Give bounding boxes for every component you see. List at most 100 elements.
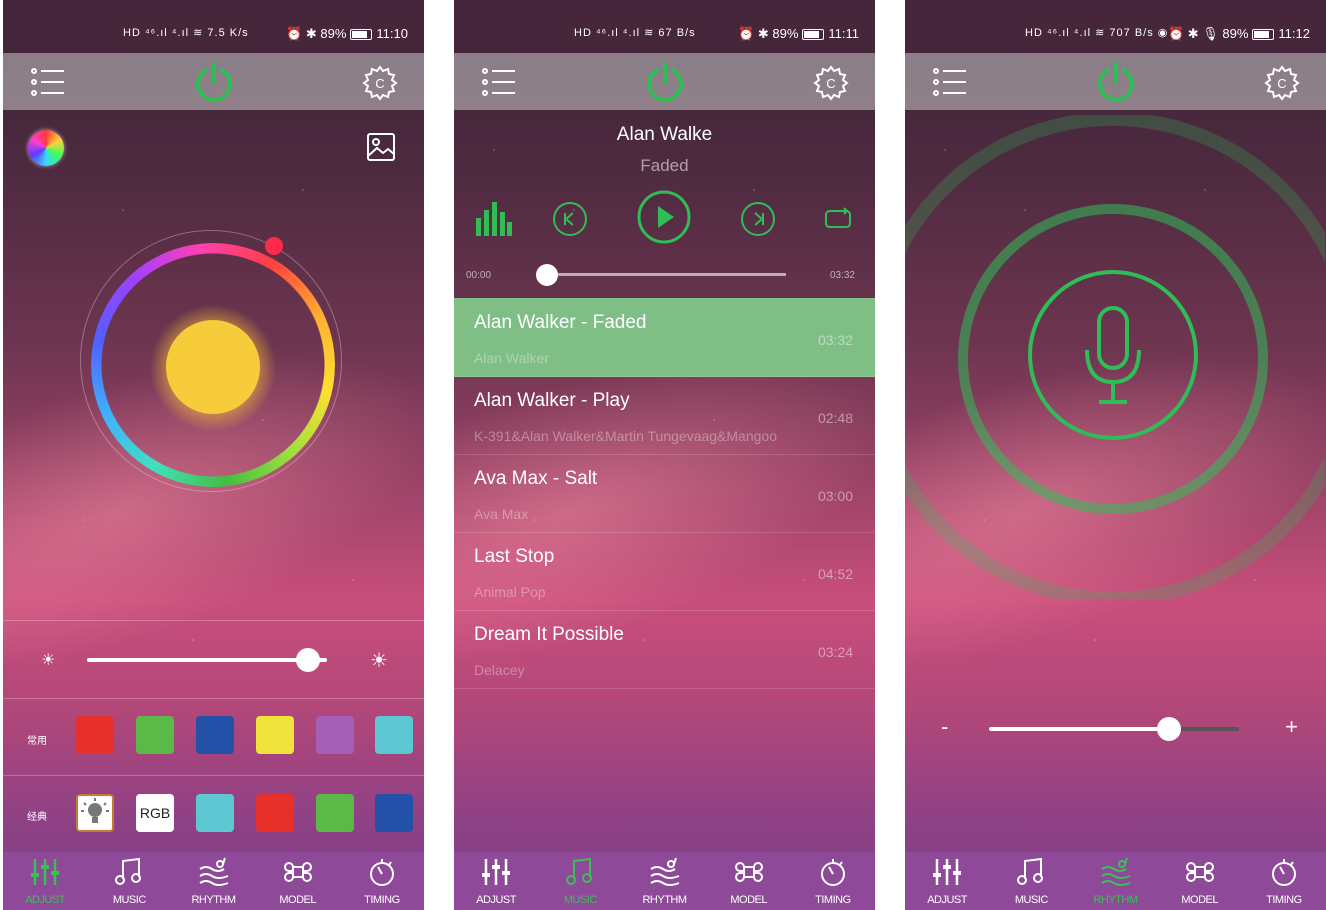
bottom-tab-bar: ADJUST MUSIC RHYTHM MODEL TIMING — [3, 852, 424, 910]
svg-text:C: C — [1277, 76, 1286, 91]
tab-label: MUSIC — [563, 894, 597, 906]
rgb-preset-button[interactable]: RGB — [136, 794, 174, 832]
common-color-swatch[interactable] — [196, 716, 234, 754]
adjust-content: ☀ ☀ 常用 经典 RGB — [3, 110, 424, 852]
song-artist: Delacey — [474, 662, 525, 678]
sensitivity-minus[interactable]: - — [941, 714, 948, 740]
bottom-tab-bar: ADJUST MUSIC RHYTHM MODEL TIMING — [905, 852, 1326, 910]
rhythm-content: - + — [905, 110, 1326, 852]
status-time: 11:12 — [1278, 26, 1310, 41]
tab-label: RHYTHM — [1093, 894, 1138, 906]
tab-label: MUSIC — [112, 894, 146, 906]
tab-music[interactable]: MUSIC — [989, 852, 1073, 910]
common-colors-label: 常用 — [27, 736, 47, 747]
color-palette-icon[interactable] — [28, 130, 64, 166]
status-icons: HD ⁴⁶.ıl ⁴.ıl ≋ 67 B/s — [574, 27, 696, 39]
settings-gear-icon[interactable]: C — [1264, 65, 1300, 101]
tab-timing[interactable]: TIMING — [1242, 852, 1326, 910]
tab-music[interactable]: MUSIC — [87, 852, 171, 910]
tab-label: MUSIC — [1014, 894, 1048, 906]
microphone-icon[interactable] — [1081, 306, 1145, 406]
phone-rhythm-screen: HD ⁴⁶.ıl ⁴.ıl ≋ 707 B/s ◉ ⏰ ✱ 🎙 89% 11:12… — [905, 0, 1326, 910]
now-playing-subtitle: Faded — [640, 156, 689, 175]
total-time: 03:32 — [829, 270, 855, 281]
sensitivity-plus[interactable]: + — [1285, 714, 1298, 740]
status-right: ⏰ ✱ 89% 11:11 — [738, 26, 859, 42]
play-icon[interactable] — [636, 189, 692, 245]
tab-timing[interactable]: TIMING — [791, 852, 875, 910]
elapsed-time: 00:00 — [466, 270, 492, 281]
previous-track-icon[interactable] — [552, 201, 588, 237]
common-color-swatch[interactable] — [375, 716, 413, 754]
menu-list-icon[interactable] — [482, 67, 516, 97]
sensitivity-thumb[interactable] — [1157, 717, 1181, 741]
battery-icon — [350, 29, 373, 41]
menu-list-icon[interactable] — [31, 67, 65, 97]
brightness-slider-thumb[interactable] — [295, 648, 320, 672]
tab-model[interactable]: MODEL — [256, 852, 340, 910]
classic-colors-label: 经典 — [27, 812, 47, 823]
top-bar: C — [3, 53, 424, 110]
brightness-slider-track[interactable] — [87, 658, 327, 662]
song-title: Ava Max - Salt — [474, 468, 598, 489]
classic-color-swatch[interactable] — [196, 794, 234, 832]
song-title: Last Stop — [474, 546, 555, 567]
status-icons: HD ⁴⁶.ıl ⁴.ıl ≋ 707 B/s ◉ — [1025, 27, 1169, 39]
progress-thumb[interactable] — [536, 264, 558, 286]
tab-model[interactable]: MODEL — [707, 852, 791, 910]
song-list-item[interactable]: Alan Walker - Play K-391&Alan Walker&Mart… — [454, 376, 875, 455]
song-duration: 02:48 — [817, 410, 853, 426]
top-bar: C — [905, 53, 1326, 110]
settings-gear-icon[interactable]: C — [813, 65, 849, 101]
bulb-preset-button[interactable] — [76, 794, 114, 832]
common-color-swatch[interactable] — [76, 716, 114, 754]
classic-color-swatch[interactable] — [375, 794, 413, 832]
tab-label: TIMING — [1266, 894, 1302, 906]
song-artist: Alan Walker — [474, 350, 549, 366]
tab-rhythm[interactable]: RHYTHM — [1073, 852, 1157, 910]
tab-rhythm[interactable]: RHYTHM — [622, 852, 706, 910]
song-artist: K-391&Alan Walker&Martin Tungevaag&Mango… — [474, 428, 777, 444]
equalizer-icon[interactable] — [476, 202, 512, 236]
settings-gear-icon[interactable]: C — [362, 65, 398, 101]
tab-rhythm[interactable]: RHYTHM — [171, 852, 255, 910]
tab-music[interactable]: MUSIC — [538, 852, 622, 910]
tab-adjust[interactable]: ADJUST — [905, 852, 989, 910]
common-color-swatch[interactable] — [256, 716, 294, 754]
song-list-item[interactable]: Dream It Possible Delacey 03:24 — [454, 610, 875, 689]
tab-label: TIMING — [815, 894, 851, 906]
song-list-item[interactable]: Ava Max - Salt Ava Max 03:00 — [454, 454, 875, 533]
tab-adjust[interactable]: ADJUST — [454, 852, 538, 910]
menu-list-icon[interactable] — [933, 67, 967, 97]
classic-color-swatch[interactable] — [316, 794, 354, 832]
song-title: Dream It Possible — [474, 624, 624, 645]
song-artist: Animal Pop — [474, 584, 546, 600]
song-list-item[interactable]: Last Stop Animal Pop 04:52 — [454, 532, 875, 611]
power-icon[interactable] — [643, 60, 687, 104]
music-content: Alan Walke Faded 00:00 03:32 Alan Walker… — [454, 110, 875, 852]
song-list-item[interactable]: Alan Walker - Faded Alan Walker 03:32 — [454, 298, 875, 377]
next-track-icon[interactable] — [740, 201, 776, 237]
color-wheel-handle[interactable] — [265, 237, 283, 255]
power-icon[interactable] — [192, 60, 236, 104]
common-color-swatch[interactable] — [136, 716, 174, 754]
tab-timing[interactable]: TIMING — [340, 852, 424, 910]
common-color-swatch[interactable] — [316, 716, 354, 754]
status-time: 11:11 — [828, 26, 859, 41]
brightness-high-icon: ☀ — [370, 650, 388, 672]
tab-adjust[interactable]: ADJUST — [3, 852, 87, 910]
repeat-icon[interactable] — [820, 207, 854, 231]
status-indicators: ⏰ ✱ 🎙 89% — [1167, 26, 1249, 41]
status-bar: HD ⁴⁶.ıl ⁴.ıl ≋ 67 B/s ⏰ ✱ 89% 11:11 — [454, 0, 875, 52]
classic-color-swatch[interactable] — [256, 794, 294, 832]
progress-track[interactable] — [546, 273, 786, 276]
battery-icon — [802, 29, 825, 41]
tab-label: ADJUST — [476, 894, 516, 906]
svg-text:C: C — [826, 76, 835, 91]
image-icon[interactable] — [366, 132, 396, 162]
song-title: Alan Walker - Faded — [474, 312, 647, 333]
tab-model[interactable]: MODEL — [1158, 852, 1242, 910]
status-right: ⏰ ✱ 89% 11:10 — [286, 26, 408, 42]
phone-adjust-screen: HD ⁴⁶.ıl ⁴.ıl ≋ 7.5 K/s ⏰ ✱ 89% 11:10 C ☀… — [3, 0, 424, 910]
power-icon[interactable] — [1094, 60, 1138, 104]
